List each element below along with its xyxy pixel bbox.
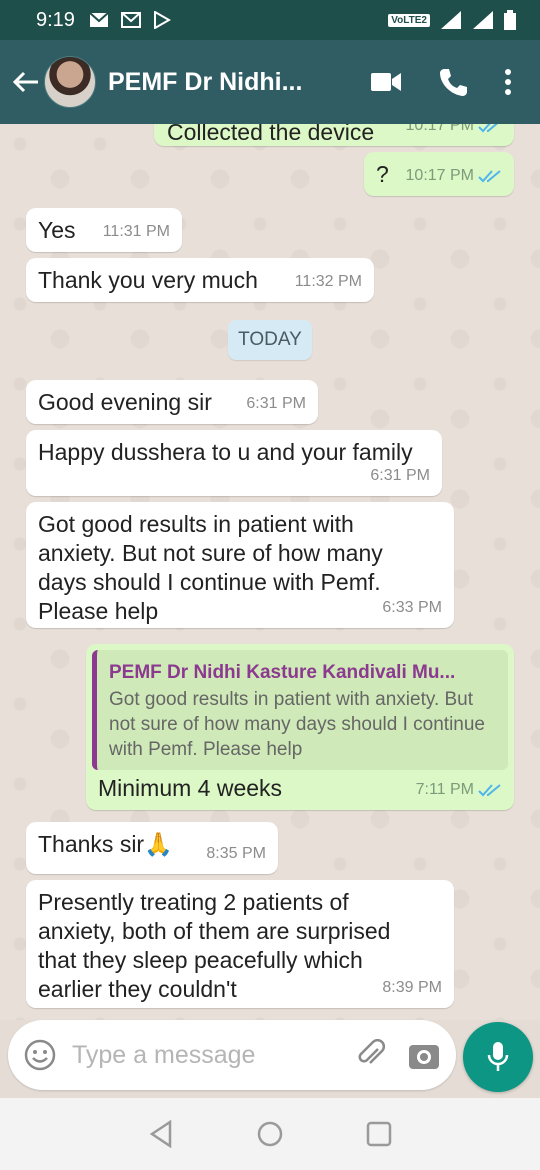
message-composer[interactable]: Type a message [8,1020,456,1090]
double-check-icon [478,124,498,132]
message-bubble-out[interactable]: Collected the device 10:17 PM [154,124,514,146]
chat-area[interactable]: Collected the device 10:17 PM ? 10:17 PM… [0,124,540,1020]
home-nav-icon[interactable] [256,1120,284,1148]
message-text: Collected the device [167,124,375,145]
message-text: ? [376,161,389,187]
system-nav-bar [0,1098,540,1170]
battery-icon [504,10,516,30]
video-call-icon[interactable] [370,71,402,93]
message-time: 10:17 PM [405,167,474,184]
mail-icon [89,12,109,27]
message-meta: 6:33 PM [382,593,442,622]
message-bubble-out[interactable]: ? 10:17 PM [364,152,514,196]
chat-header: PEMF Dr Nidhi... [0,40,540,124]
message-time: 6:31 PM [370,467,430,484]
message-text: Presently treating 2 patients of anxiety… [38,889,391,1002]
message-bubble-in[interactable]: Yes 11:31 PM [26,208,182,252]
message-time: 11:31 PM [102,223,170,240]
message-text: Good evening sir [38,389,212,415]
gmail-icon [120,12,141,28]
signal-icon [441,11,461,29]
contact-name[interactable]: PEMF Dr Nidhi... [108,68,370,97]
more-icon[interactable] [504,68,512,96]
date-divider: TODAY [228,320,312,360]
message-bubble-in[interactable]: Got good results in patient with anxiety… [26,502,454,628]
message-time: 10:17 PM [405,124,474,134]
message-time: 8:39 PM [382,979,442,996]
quoted-author: PEMF Dr Nidhi Kasture Kandivali Mu... [109,662,456,683]
camera-icon[interactable] [408,1040,440,1070]
play-store-icon [153,11,171,29]
message-bubble-reply[interactable]: PEMF Dr Nidhi Kasture Kandivali Mu... Go… [86,644,514,810]
attach-icon[interactable] [356,1039,388,1071]
message-bubble-in[interactable]: Good evening sir 6:31 PM [26,380,318,424]
message-meta: 10:17 PM [406,161,502,190]
message-bubble-in[interactable]: Thank you very much 11:32 PM [26,258,374,302]
avatar[interactable] [44,56,96,108]
message-text: Happy dusshera to u and your family [38,439,413,465]
double-check-icon [478,783,501,796]
microphone-icon [487,1042,509,1071]
message-text: Got good results in patient with anxiety… [38,511,383,624]
message-meta: 10:17 PM [406,124,502,140]
back-nav-icon[interactable] [148,1120,174,1148]
message-time: 8:35 PM [206,845,266,862]
message-input[interactable]: Type a message [72,1041,356,1070]
message-meta: 6:31 PM [246,389,306,418]
message-text: Yes [38,217,76,243]
message-time: 7:11 PM [415,781,474,798]
emoji-icon[interactable] [24,1039,56,1071]
message-meta: 7:11 PM [416,775,502,804]
back-arrow-icon [12,71,38,93]
phone-icon[interactable] [438,67,468,97]
back-button[interactable] [10,62,42,102]
mic-button[interactable] [463,1022,533,1092]
double-check-icon [478,169,501,182]
message-meta: 8:35 PM [206,839,266,868]
message-text: Thanks sir [38,831,145,857]
message-bubble-in[interactable]: Thanks sir🙏 8:35 PM [26,822,278,874]
signal-icon-2 [473,11,493,29]
message-time: 6:31 PM [246,395,306,412]
message-time: 11:32 PM [294,273,362,290]
quoted-text: Got good results in patient with anxiety… [109,689,486,760]
message-bubble-in[interactable]: Presently treating 2 patients of anxiety… [26,880,454,1008]
pray-emoji: 🙏 [144,831,173,857]
message-time: 6:33 PM [382,599,442,616]
status-bar: 9:19 VoLTE2 [0,0,540,40]
message-bubble-in[interactable]: Happy dusshera to u and your family 6:31… [26,430,442,496]
message-text: Minimum 4 weeks [98,775,283,801]
message-text: Thank you very much [38,267,258,293]
message-meta: 8:39 PM [382,973,442,1002]
message-meta: 6:31 PM [370,461,430,490]
message-meta: 11:31 PM [103,217,170,246]
quoted-message[interactable]: PEMF Dr Nidhi Kasture Kandivali Mu... Go… [92,650,508,770]
status-time: 9:19 [36,8,75,31]
message-meta: 11:32 PM [295,267,362,296]
network-badge: VoLTE2 [388,13,430,27]
recents-nav-icon[interactable] [366,1121,392,1147]
